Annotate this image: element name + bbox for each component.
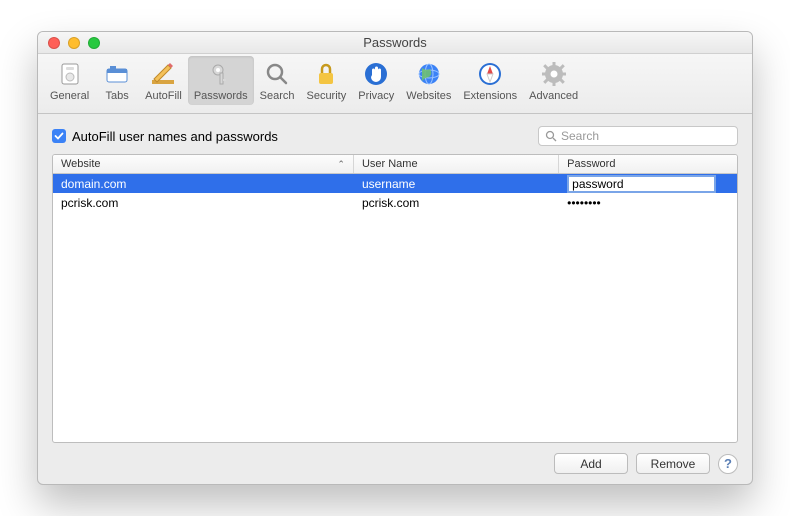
tab-search[interactable]: Search (254, 56, 301, 105)
cell-password: password (559, 175, 737, 193)
compass-icon (475, 59, 505, 89)
tab-label: Websites (406, 90, 451, 102)
tab-label: Privacy (358, 90, 394, 102)
tabs-icon (102, 59, 132, 89)
tab-label: General (50, 90, 89, 102)
tab-label: Passwords (194, 90, 248, 102)
bottom-bar: Add Remove ? (52, 443, 738, 474)
cell-password: •••••••• (559, 196, 737, 210)
password-edit-field[interactable]: password (567, 175, 716, 193)
tab-passwords[interactable]: Passwords (188, 56, 254, 105)
tab-extensions[interactable]: Extensions (457, 56, 523, 105)
sort-asc-icon: ⌃ (337, 159, 345, 170)
cell-username: pcrisk.com (354, 196, 559, 210)
tab-label: AutoFill (145, 90, 182, 102)
zoom-icon[interactable] (88, 37, 100, 49)
column-password[interactable]: Password (559, 155, 737, 173)
search-icon (262, 59, 292, 89)
add-button[interactable]: Add (554, 453, 628, 474)
hand-icon (361, 59, 391, 89)
remove-button[interactable]: Remove (636, 453, 710, 474)
window-title: Passwords (38, 35, 752, 50)
search-icon (545, 130, 557, 142)
help-button[interactable]: ? (718, 454, 738, 474)
tab-label: Search (260, 90, 295, 102)
column-website[interactable]: Website ⌃ (53, 155, 354, 173)
pencil-icon (148, 59, 178, 89)
key-icon (206, 59, 236, 89)
tab-security[interactable]: Security (300, 56, 352, 105)
minimize-icon[interactable] (68, 37, 80, 49)
tab-tabs[interactable]: Tabs (95, 56, 139, 105)
table-row[interactable]: pcrisk.com pcrisk.com •••••••• (53, 193, 737, 212)
tab-privacy[interactable]: Privacy (352, 56, 400, 105)
cell-website: pcrisk.com (53, 196, 354, 210)
cell-website: domain.com (53, 177, 354, 191)
content-area: AutoFill user names and passwords Search… (38, 114, 752, 484)
options-row: AutoFill user names and passwords Search (52, 126, 738, 146)
tab-label: Tabs (106, 90, 129, 102)
lock-icon (311, 59, 341, 89)
switch-icon (55, 59, 85, 89)
passwords-table: Website ⌃ User Name Password domain.com … (52, 154, 738, 443)
search-placeholder: Search (561, 129, 599, 143)
table-row[interactable]: domain.com username password (53, 174, 737, 193)
tab-label: Security (306, 90, 346, 102)
cell-username: username (354, 177, 559, 191)
preferences-window: Passwords General Tabs AutoFill Password… (37, 31, 753, 485)
gear-icon (539, 59, 569, 89)
search-input[interactable]: Search (538, 126, 738, 146)
globe-icon (414, 59, 444, 89)
table-header: Website ⌃ User Name Password (53, 155, 737, 174)
tab-general[interactable]: General (44, 56, 95, 105)
tab-autofill[interactable]: AutoFill (139, 56, 188, 105)
tab-label: Extensions (463, 90, 517, 102)
checkmark-icon (52, 129, 66, 143)
close-icon[interactable] (48, 37, 60, 49)
column-username[interactable]: User Name (354, 155, 559, 173)
titlebar: Passwords (38, 32, 752, 54)
toolbar: General Tabs AutoFill Passwords Search (38, 54, 752, 114)
autofill-label: AutoFill user names and passwords (72, 129, 278, 144)
autofill-checkbox[interactable]: AutoFill user names and passwords (52, 129, 278, 144)
tab-websites[interactable]: Websites (400, 56, 457, 105)
tab-label: Advanced (529, 90, 578, 102)
tab-advanced[interactable]: Advanced (523, 56, 584, 105)
table-body: domain.com username password pcrisk.com … (53, 174, 737, 442)
window-controls (38, 37, 100, 49)
